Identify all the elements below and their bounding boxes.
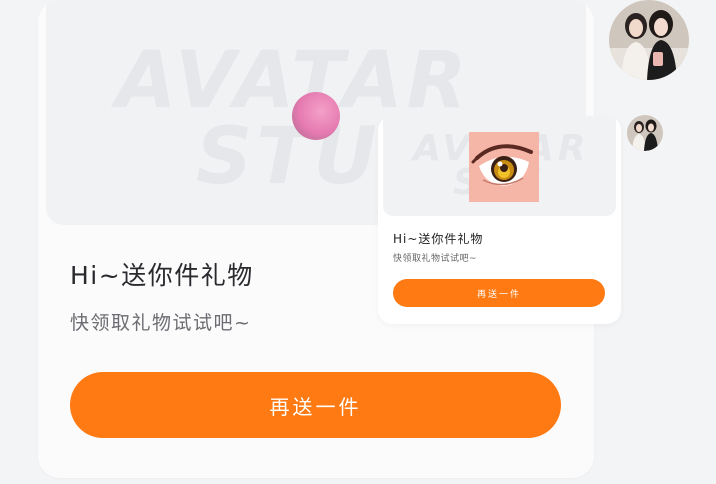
user-avatar-small[interactable]	[627, 115, 663, 151]
anime-eye-icon	[469, 132, 539, 202]
pink-ball-icon	[292, 92, 340, 140]
send-another-button-preview[interactable]: 再送一件	[393, 279, 605, 307]
gift-card-preview[interactable]: AVATAR STU Hi~送你件礼物 快领取礼物试试吧~ 再送一件	[378, 116, 621, 324]
gift-card-preview-subtitle: 快领取礼物试试吧~	[393, 254, 478, 264]
send-another-button[interactable]: 再送一件	[70, 372, 561, 438]
gift-banner-preview: AVATAR STU	[383, 116, 616, 216]
user-avatar[interactable]	[609, 0, 689, 80]
gift-card-subtitle: 快领取礼物试试吧~	[70, 312, 252, 334]
gift-card-preview-title: Hi~送你件礼物	[393, 232, 484, 246]
watermark-text: STU	[196, 112, 381, 202]
gift-card-title: Hi~送你件礼物	[70, 261, 254, 290]
